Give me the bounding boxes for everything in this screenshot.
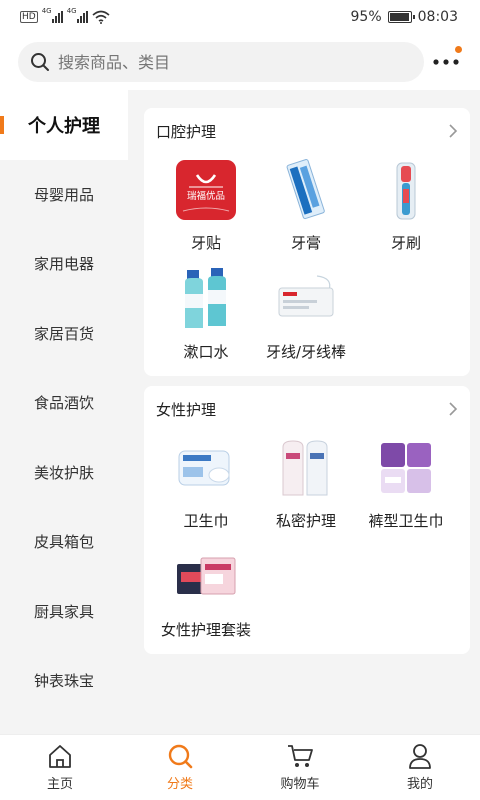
notification-dot bbox=[455, 46, 462, 53]
status-right: 95% 08:03 bbox=[351, 9, 458, 25]
more-button[interactable] bbox=[430, 46, 462, 78]
tab-me[interactable]: 我的 bbox=[360, 735, 480, 800]
home-icon bbox=[49, 745, 71, 768]
tab-label: 主页 bbox=[46, 777, 73, 792]
sidebar-item-kitchen[interactable]: 厨具家具 bbox=[0, 577, 128, 647]
section-title: 女性护理 bbox=[156, 400, 217, 419]
sidebar-item-label: 钟表珠宝 bbox=[33, 672, 94, 691]
category-content: 口腔护理 瑞福优品 牙贴 牙膏 牙刷 漱口水 牙线/牙线棒 女性护理 卫生巾 私… bbox=[144, 108, 470, 734]
subcategory-label: 私密护理 bbox=[275, 512, 336, 530]
pants-pad-product-icon bbox=[374, 436, 438, 500]
subcategory-item[interactable]: 私密护理 bbox=[256, 436, 356, 531]
section-header[interactable]: 女性护理 bbox=[156, 396, 458, 422]
sidebar-item-label: 美妆护肤 bbox=[33, 463, 94, 482]
subcategory-label: 女性护理套装 bbox=[160, 621, 251, 639]
subcategory-item[interactable]: 牙线/牙线棒 bbox=[256, 267, 356, 362]
top-bar bbox=[0, 34, 480, 90]
clock: 08:03 bbox=[417, 9, 458, 25]
subcategory-label: 牙刷 bbox=[390, 234, 421, 252]
subcategory-label: 牙线/牙线棒 bbox=[265, 343, 347, 361]
subcategory-label: 卫生巾 bbox=[183, 512, 229, 530]
mouthwash-product-icon bbox=[174, 267, 238, 331]
tooth-strip-product-icon: 瑞福优品 bbox=[174, 158, 238, 222]
sidebar-item-food-drinks[interactable]: 食品酒饮 bbox=[0, 368, 128, 438]
search-input[interactable] bbox=[58, 52, 358, 72]
wifi-icon bbox=[92, 10, 110, 24]
sanitary-pad-product-icon bbox=[174, 436, 238, 500]
subcategory-label: 牙贴 bbox=[190, 234, 221, 252]
cart-icon bbox=[288, 745, 313, 767]
intimate-care-product-icon bbox=[274, 436, 338, 500]
sidebar-item-home-goods[interactable]: 家居百货 bbox=[0, 299, 128, 369]
sidebar-item-baby[interactable]: 母婴用品 bbox=[0, 160, 128, 230]
section-header[interactable]: 口腔护理 bbox=[156, 118, 458, 144]
tab-cart[interactable]: 购物车 bbox=[240, 735, 360, 800]
section-oral-care: 口腔护理 瑞福优品 牙贴 牙膏 牙刷 漱口水 牙线/牙线棒 bbox=[144, 108, 470, 376]
subcategory-label: 牙膏 bbox=[290, 234, 321, 252]
dental-floss-product-icon bbox=[274, 267, 338, 331]
status-bar: HD 4G 4G 95% 08:03 bbox=[0, 0, 480, 34]
bottom-tab-bar: 主页 分类 购物车 我的 bbox=[0, 734, 480, 800]
section-female-care: 女性护理 卫生巾 私密护理 裤型卫生巾 女性护理套装 bbox=[144, 386, 470, 654]
search-box[interactable] bbox=[18, 42, 424, 82]
section-title: 口腔护理 bbox=[156, 122, 217, 141]
subcategory-label: 裤型卫生巾 bbox=[368, 512, 444, 530]
network-type-label: 4G bbox=[41, 7, 52, 15]
signal-icon: 4G bbox=[42, 7, 63, 23]
subcategory-item[interactable]: 漱口水 bbox=[156, 267, 256, 362]
subcategory-item[interactable]: 裤型卫生巾 bbox=[356, 436, 456, 531]
tab-label: 我的 bbox=[406, 777, 433, 792]
hd-badge: HD bbox=[20, 11, 38, 23]
status-left: HD 4G 4G bbox=[20, 7, 110, 24]
chevron-right-icon bbox=[449, 124, 458, 138]
sidebar-item-label: 家用电器 bbox=[33, 255, 94, 274]
sidebar-item-label: 皮具箱包 bbox=[33, 533, 94, 552]
search-icon bbox=[31, 53, 49, 71]
subcategory-item[interactable]: 牙刷 bbox=[356, 158, 456, 253]
subcategory-label: 漱口水 bbox=[183, 343, 229, 361]
network-type-label: 4G bbox=[66, 7, 77, 15]
sidebar-item-appliances[interactable]: 家用电器 bbox=[0, 229, 128, 299]
sidebar-item-label: 个人护理 bbox=[28, 115, 100, 137]
battery-icon bbox=[387, 11, 415, 23]
tab-home[interactable]: 主页 bbox=[0, 735, 120, 800]
care-set-product-icon bbox=[174, 545, 238, 609]
sidebar-item-label: 食品酒饮 bbox=[33, 394, 94, 413]
toothpaste-product-icon bbox=[274, 158, 338, 222]
subcategory-item[interactable]: 瑞福优品 牙贴 bbox=[156, 158, 256, 253]
chevron-right-icon bbox=[449, 402, 458, 416]
search-icon bbox=[168, 744, 193, 769]
tab-label: 购物车 bbox=[280, 777, 320, 792]
battery-percent: 95% bbox=[350, 9, 382, 25]
sidebar-item-label: 母婴用品 bbox=[33, 185, 94, 204]
sidebar-item-label: 家居百货 bbox=[33, 324, 94, 343]
category-sidebar: 个人护理 母婴用品 家用电器 家居百货 食品酒饮 美妆护肤 皮具箱包 厨具家具 … bbox=[0, 90, 128, 734]
more-dots-icon bbox=[433, 59, 459, 65]
signal-icon: 4G bbox=[67, 7, 88, 23]
tab-category[interactable]: 分类 bbox=[120, 735, 240, 800]
toothbrush-product-icon bbox=[374, 158, 438, 222]
user-icon bbox=[409, 744, 431, 769]
brand-logo-text: 瑞福优品 bbox=[187, 190, 225, 202]
subcategory-item[interactable]: 女性护理套装 bbox=[156, 545, 256, 640]
sidebar-item-bags[interactable]: 皮具箱包 bbox=[0, 507, 128, 577]
sidebar-item-personal-care[interactable]: 个人护理 bbox=[0, 90, 128, 160]
sidebar-item-watches[interactable]: 钟表珠宝 bbox=[0, 646, 128, 716]
subcategory-item[interactable]: 卫生巾 bbox=[156, 436, 256, 531]
subcategory-item[interactable]: 牙膏 bbox=[256, 158, 356, 253]
sidebar-item-beauty[interactable]: 美妆护肤 bbox=[0, 438, 128, 508]
sidebar-item-label: 厨具家具 bbox=[33, 602, 94, 621]
tab-label: 分类 bbox=[166, 777, 193, 792]
